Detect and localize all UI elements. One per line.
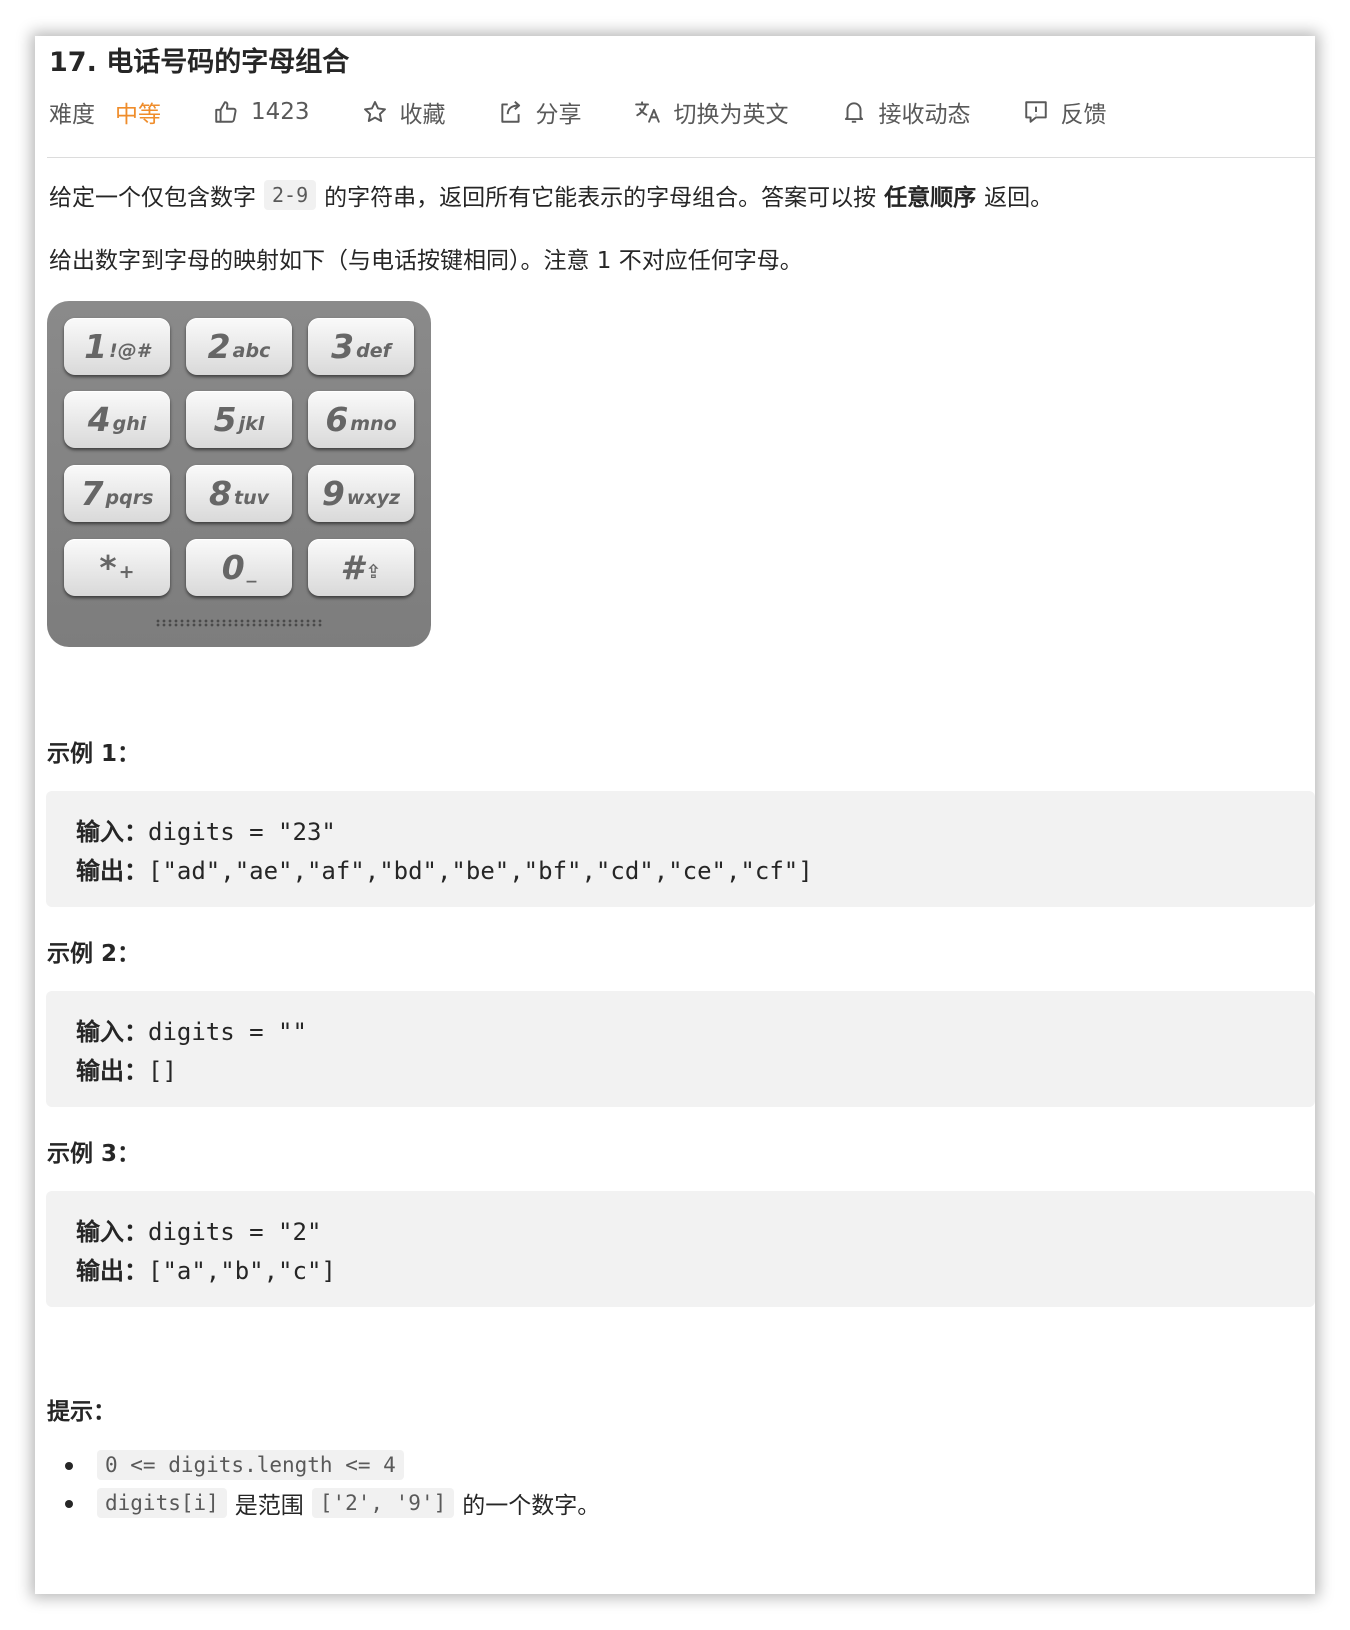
star-icon: [363, 101, 386, 122]
difficulty-label: 难度: [49, 102, 95, 128]
key-digit: *: [99, 548, 117, 587]
description-paragraph-2: 给出数字到字母的映射如下（与电话按键相同）。注意 1 不对应任何字母。: [49, 248, 803, 274]
example-input: digits = "23": [148, 818, 336, 846]
keypad-key: 9 wxyz: [308, 465, 414, 522]
key-letters: abc: [232, 339, 271, 362]
keypad-key: # ⇪: [308, 539, 414, 596]
description-text: 给定一个仅包含数字: [49, 185, 256, 211]
phone-keypad-image: 1 !@# 2 abc 3 def 4 ghi 5 jkl 6 mno 7 pqrs 8 tuv…: [47, 301, 431, 647]
inline-code: 0 <= digits.length <= 4: [97, 1450, 404, 1480]
feedback-label: 反馈: [1060, 102, 1107, 128]
key-letters: pqrs: [105, 486, 154, 509]
key-letters: def: [356, 339, 391, 362]
key-letters: _: [246, 560, 257, 583]
constraints-list: 0 <= digits.length <= 4 digits[i] 是范围 ['…: [64, 1446, 601, 1522]
key-letters: tuv: [233, 486, 269, 509]
keypad-key: 0 _: [186, 539, 292, 596]
thumbs-up-icon: [215, 101, 237, 123]
key-digit: 3: [331, 327, 355, 366]
list-item: digits[i] 是范围 ['2', '9'] 的一个数字。: [64, 1484, 601, 1522]
key-digit: #: [340, 548, 364, 587]
key-digit: 9: [321, 474, 345, 513]
key-letters: +: [118, 560, 135, 583]
hints-title: 提示：: [47, 1399, 116, 1425]
example-input: digits = "": [148, 1018, 307, 1046]
favorite-label: 收藏: [399, 102, 446, 128]
translate-label: 切换为英文: [673, 102, 789, 128]
key-digit: 2: [207, 327, 231, 366]
inline-code: digits[i]: [97, 1488, 227, 1518]
favorite-button[interactable]: 收藏: [362, 95, 446, 129]
key-letters: wxyz: [346, 486, 401, 509]
keypad-key: 1 !@#: [64, 318, 170, 375]
description-emphasis: 任意顺序: [884, 185, 977, 211]
subscribe-button[interactable]: 接收动态: [841, 95, 971, 129]
example-input: digits = "2": [148, 1218, 322, 1246]
key-digit: 8: [209, 474, 232, 513]
example-1-code-block: 输入：digits = "23" 输出：["ad","ae","af","bd"…: [46, 791, 1315, 907]
keypad-key: 2 abc: [186, 318, 292, 375]
key-digit: 0: [221, 548, 245, 587]
like-count: 1423: [251, 99, 310, 125]
keypad-key: 6 mno: [308, 391, 414, 448]
feedback-icon: [1024, 101, 1047, 123]
example-output: []: [148, 1057, 177, 1085]
description-text: 的字符串，返回所有它能表示的字母组合。答案可以按: [324, 185, 877, 211]
keypad-key: 4 ghi: [64, 391, 170, 448]
speaker-grille: [155, 619, 323, 627]
inline-code: ['2', '9']: [311, 1488, 455, 1518]
key-letters: ⇪: [365, 560, 382, 583]
example-1-title: 示例 1：: [47, 741, 141, 767]
feedback-button[interactable]: 反馈: [1023, 95, 1107, 129]
bell-icon: [844, 102, 863, 123]
example-3-code-block: 输入：digits = "2" 输出：["a","b","c"]: [46, 1191, 1315, 1307]
share-label: 分享: [535, 102, 582, 128]
keypad-key: 3 def: [308, 318, 414, 375]
list-item: 0 <= digits.length <= 4: [64, 1446, 600, 1484]
output-label: 输出：: [76, 1257, 148, 1285]
example-output: ["a","b","c"]: [148, 1257, 336, 1285]
problem-title: 17. 电话号码的字母组合: [49, 47, 350, 78]
keypad-key: 7 pqrs: [64, 465, 170, 522]
example-2-code-block: 输入：digits = "" 输出：[]: [46, 991, 1315, 1107]
keypad-key: * +: [64, 539, 170, 596]
key-digit: 5: [213, 400, 237, 439]
difficulty-value: 中等: [115, 102, 161, 128]
input-label: 输入：: [76, 1018, 148, 1046]
key-digit: 1: [84, 327, 108, 366]
key-letters: jkl: [238, 412, 265, 435]
share-button[interactable]: 分享: [498, 95, 582, 129]
key-digit: 6: [325, 400, 349, 439]
example-output: ["ad","ae","af","bd","be","bf","cd","ce"…: [148, 857, 813, 885]
keypad-key: 5 jkl: [186, 391, 292, 448]
problem-panel: 17. 电话号码的字母组合 难度 中等 1423 收藏 分享 切换为英文 接收动…: [35, 36, 1315, 1594]
keypad-key: 8 tuv: [186, 465, 292, 522]
translate-button[interactable]: 切换为英文: [634, 95, 789, 129]
header-divider: [47, 157, 1315, 158]
output-label: 输出：: [76, 1057, 148, 1085]
description-text: 返回。: [984, 185, 1054, 211]
example-3-title: 示例 3：: [47, 1141, 141, 1167]
key-digit: 4: [87, 400, 111, 439]
input-label: 输入：: [76, 1218, 148, 1246]
problem-meta-bar: 难度 中等 1423 收藏 分享 切换为英文 接收动态 反馈: [49, 92, 1159, 132]
translate-icon: [634, 101, 660, 123]
subscribe-label: 接收动态: [878, 102, 971, 128]
inline-code: 2-9: [264, 180, 317, 210]
constraint-text: 是范围: [234, 1493, 304, 1519]
example-2-title: 示例 2：: [47, 941, 141, 967]
input-label: 输入：: [76, 818, 148, 846]
key-letters: ghi: [112, 412, 147, 435]
key-digit: 7: [80, 474, 104, 513]
key-letters: mno: [350, 412, 397, 435]
constraint-text: 的一个数字。: [462, 1493, 601, 1519]
like-button[interactable]: 1423: [213, 99, 310, 125]
output-label: 输出：: [76, 857, 148, 885]
share-icon: [500, 100, 520, 123]
key-letters: !@#: [109, 339, 150, 362]
description-paragraph-1: 给定一个仅包含数字 2-9 的字符串，返回所有它能表示的字母组合。答案可以按 任…: [49, 178, 1053, 212]
